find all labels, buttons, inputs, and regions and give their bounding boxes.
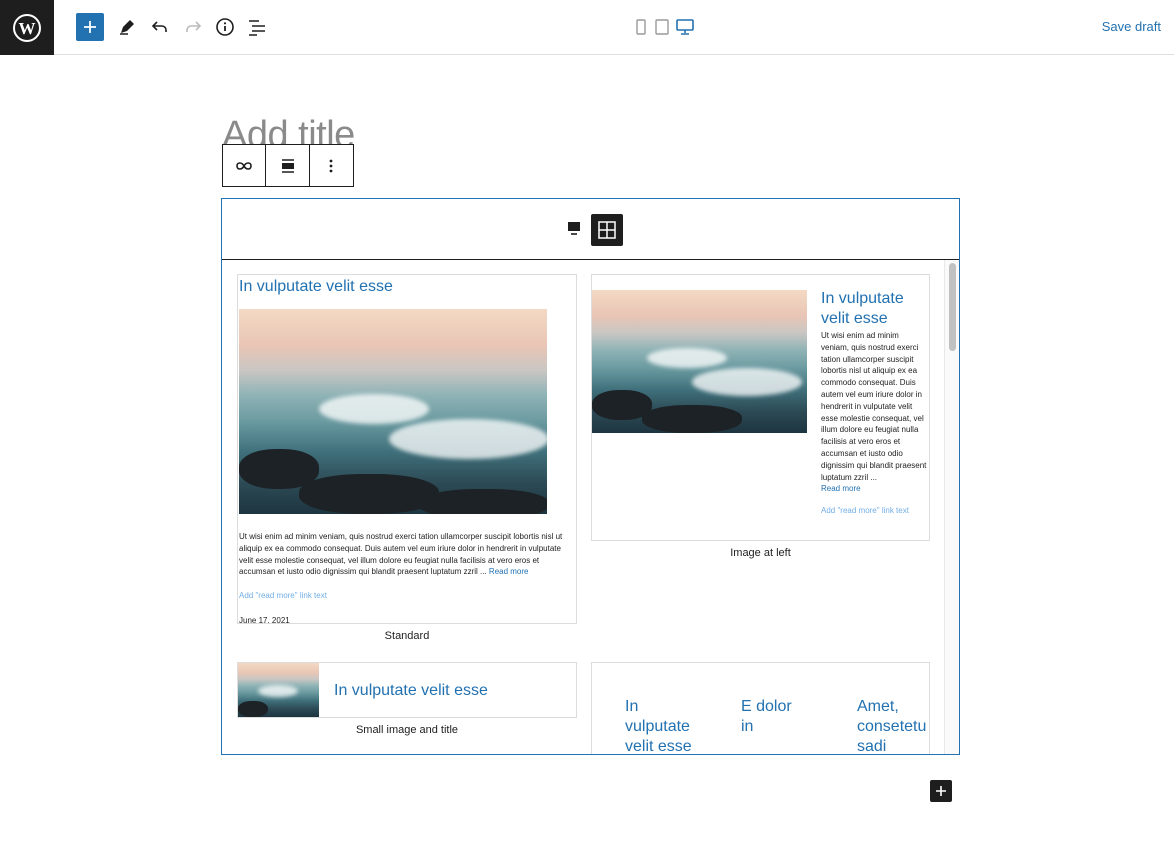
layout-caption: Standard [384,630,430,642]
details-button[interactable] [211,13,239,41]
align-icon [281,158,294,173]
svg-text:W: W [19,19,36,38]
scroll-thumb[interactable] [949,263,956,351]
mobile-icon[interactable] [634,19,648,35]
layout-option-image-left[interactable]: In vulputate velit esse Ut wisi enim ad … [591,274,930,541]
layout-option-columns[interactable]: In vulputate velit esse E dolor in Amet,… [591,662,930,755]
read-more-link[interactable]: Read more [821,484,861,493]
undo-button[interactable] [146,13,174,41]
post-layout-block[interactable]: In vulputate velit esse Ut wisi enim ad … [221,198,960,755]
align-button[interactable] [266,145,310,186]
list-view-button[interactable] [243,13,271,41]
column-title: E dolor in [741,698,792,735]
wordpress-logo[interactable]: W [0,0,54,55]
post-title: In vulputate velit esse [821,290,904,327]
layout-option-standard[interactable]: In vulputate velit esse Ut wisi enim ad … [237,274,577,624]
tools-button[interactable] [113,13,141,41]
post-title: In vulputate velit esse [334,682,488,699]
read-more-link[interactable]: Read more [489,567,529,576]
block-header [222,199,959,260]
more-options-icon [329,159,333,172]
list-view-icon [249,20,265,36]
grid-icon [598,221,616,239]
preview-icon [568,222,580,235]
save-draft-button[interactable]: Save draft [1102,19,1161,34]
add-block-button[interactable] [76,13,104,41]
redo-button[interactable] [179,13,207,41]
pencil-icon [120,20,134,35]
post-image [239,309,547,514]
undo-icon [151,21,167,32]
editor-top-bar: W Save draft [0,0,1174,55]
post-title: In vulputate velit esse [239,278,393,295]
post-excerpt: Ut wisi enim ad minim veniam, quis nostr… [239,531,572,578]
more-options-button[interactable] [310,145,353,186]
add-block-inline-button[interactable] [930,780,952,802]
block-toolbar [222,144,354,187]
post-excerpt: Ut wisi enim ad minim veniam, quis nostr… [821,330,929,495]
desktop-icon[interactable] [676,19,694,35]
column-title: In vulputate velit esse [625,698,692,755]
post-image [592,290,807,433]
layout-options-list[interactable]: In vulputate velit esse Ut wisi enim ad … [222,260,959,755]
wordpress-icon: W [13,13,41,42]
column-title: Amet, consetetu sadi [857,698,927,755]
info-icon [216,18,234,36]
tablet-icon[interactable] [654,19,670,35]
post-image [238,663,319,717]
grid-view-button[interactable] [591,214,623,246]
device-preview-group [634,19,694,35]
post-date: June 17, 2021 [239,616,290,624]
preview-button[interactable] [565,219,583,237]
layout-option-small-image[interactable]: In vulputate velit esse [237,662,577,718]
plus-icon [84,21,96,33]
plus-icon [936,786,946,796]
link-button[interactable] [223,145,267,186]
layout-caption: Small image and title [355,724,459,736]
scrollbar[interactable] [944,260,959,754]
add-read-more-text[interactable]: Add "read more" link text [821,506,909,515]
layout-caption: Image at left [730,547,791,559]
link-icon [236,161,252,170]
redo-icon [186,21,202,32]
excerpt-text: Ut wisi enim ad minim veniam, quis nostr… [821,331,927,482]
add-read-more-text[interactable]: Add "read more" link text [239,591,327,600]
